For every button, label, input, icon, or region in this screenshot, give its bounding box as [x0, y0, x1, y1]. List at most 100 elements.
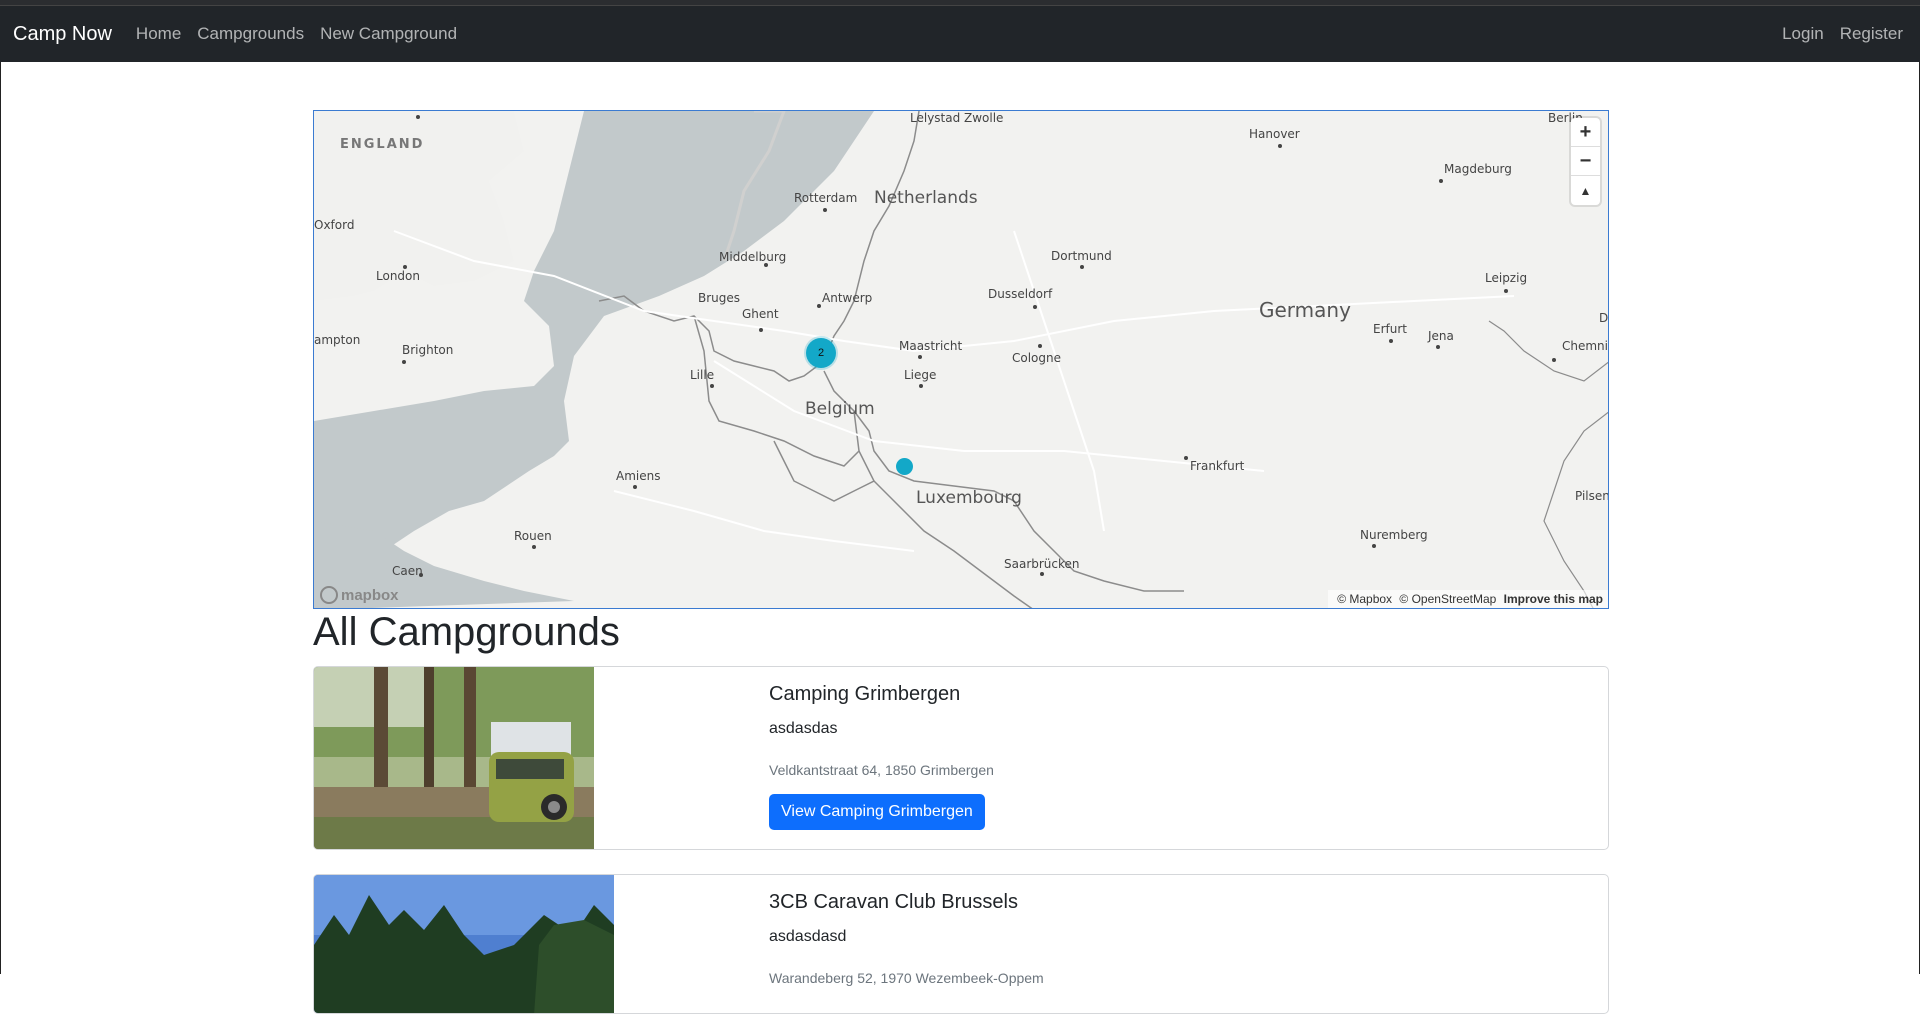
nav-new-campground-link[interactable]: New Campground: [320, 24, 457, 44]
map-city-dot: [1504, 289, 1508, 293]
map-label-ghent: Ghent: [742, 307, 779, 321]
mapbox-logo-text: mapbox: [341, 586, 399, 604]
map-label-d: D: [1599, 311, 1609, 325]
map-zoom-control: + − ▲: [1571, 118, 1600, 205]
map-city-dot: [1436, 345, 1440, 349]
map-city-dot: [416, 115, 420, 119]
nav-register-link[interactable]: Register: [1840, 24, 1903, 44]
map-label-dusseldorf: Dusseldorf: [988, 287, 1053, 301]
map-city-dot: [1372, 544, 1376, 548]
navbar: Camp Now Home Campgrounds New Campground…: [0, 6, 1920, 62]
map-city-dot: [1439, 179, 1443, 183]
map-label-lille: Lille: [690, 368, 715, 382]
view-campground-button[interactable]: View Camping Grimbergen: [769, 794, 985, 830]
improve-map-link[interactable]: Improve this map: [1504, 592, 1603, 606]
map-city-dot: [402, 360, 406, 364]
map-label-brighton: Brighton: [402, 343, 454, 357]
map-label-liege: Liege: [904, 368, 937, 382]
map-label-netherlands: Netherlands: [874, 188, 978, 208]
campground-description: asdasdas: [769, 720, 838, 737]
map-label-belgium: Belgium: [805, 399, 875, 419]
campground-card: 3CB Caravan Club Brussels asdasdasd Wara…: [313, 874, 1609, 1014]
cluster-count: 2: [817, 347, 825, 359]
nav-auth-links: Login Register: [1782, 24, 1920, 44]
campground-image: [314, 875, 614, 1013]
nav-home-link[interactable]: Home: [136, 24, 181, 44]
campground-card-body: 3CB Caravan Club Brussels asdasdasd Wara…: [769, 891, 1044, 1002]
nav-campgrounds-link[interactable]: Campgrounds: [197, 24, 304, 44]
map-city-dot: [1389, 339, 1393, 343]
map-city-dot: [823, 208, 827, 212]
campground-cluster-marker[interactable]: 2: [806, 338, 836, 368]
map-city-dot: [633, 485, 637, 489]
mapbox-logo[interactable]: mapbox: [320, 586, 399, 604]
map-city-dot: [759, 328, 763, 332]
map-label-jena: Jena: [1428, 329, 1454, 343]
map-city-dot: [532, 545, 536, 549]
map-city-dot: [403, 265, 407, 269]
map-label-middelburg: Middelburg: [719, 250, 787, 264]
map-label-england: ENGLAND: [340, 137, 425, 152]
campground-location: Veldkantstraat 64, 1850 Grimbergen: [769, 762, 994, 778]
campground-card: Camping Grimbergen asdasdas Veldkantstra…: [313, 666, 1609, 850]
campground-description: asdasdasd: [769, 928, 847, 945]
map-city-dot: [1040, 572, 1044, 576]
map-city-dot: [710, 384, 714, 388]
mapbox-logo-icon: [320, 586, 338, 604]
zoom-out-button[interactable]: −: [1571, 147, 1600, 176]
attribution-osm-link[interactable]: © OpenStreetMap: [1399, 592, 1496, 606]
map-city-dot: [817, 304, 821, 308]
map-label-erfurt: Erfurt: [1373, 322, 1407, 336]
map-label-dortmund: Dortmund: [1051, 249, 1112, 263]
map-label-amiens: Amiens: [616, 469, 661, 483]
map-label-germany: Germany: [1259, 298, 1351, 322]
map-label-magdeburg: Magdeburg: [1444, 162, 1512, 176]
map-city-dot: [1552, 358, 1556, 362]
page-title: All Campgrounds: [313, 610, 620, 654]
map-label-hanover: Hanover: [1249, 127, 1300, 141]
brand-link[interactable]: Camp Now: [13, 23, 112, 46]
map-label-nuremberg: Nuremberg: [1360, 528, 1428, 542]
map-city-dot: [919, 384, 923, 388]
map-label-bruges: Bruges: [698, 291, 741, 305]
campground-title: 3CB Caravan Club Brussels: [769, 891, 1018, 913]
map-city-dot: [1033, 305, 1037, 309]
map-label-saarbrucken: Saarbrücken: [1004, 557, 1080, 571]
map-label-frankfurt: Frankfurt: [1190, 459, 1245, 473]
map-label-cologne: Cologne: [1012, 351, 1062, 365]
map-label-antwerp: Antwerp: [822, 291, 873, 305]
zoom-in-button[interactable]: +: [1571, 118, 1600, 147]
map-label-lelystad: Lelystad: [910, 111, 961, 125]
cluster-map[interactable]: ENGLAND Lelystad Zwolle Hanover Berlin M…: [313, 110, 1609, 609]
map-label-caen: Caen: [392, 564, 423, 578]
compass-button[interactable]: ▲: [1571, 176, 1600, 205]
attribution-mapbox-link[interactable]: © Mapbox: [1337, 592, 1392, 606]
map-label-london: London: [376, 269, 420, 283]
map-city-dot: [764, 263, 768, 267]
map-label-ampton: ampton: [314, 333, 361, 347]
campground-location: Warandeberg 52, 1970 Wezembeek-Oppem: [769, 970, 1044, 986]
map-label-luxembourg: Luxembourg: [916, 488, 1022, 508]
map-city-dot: [918, 355, 922, 359]
map-label-rouen: Rouen: [514, 529, 552, 543]
map-label-pilsen: Pilsen: [1575, 489, 1609, 503]
map-city-dot: [1184, 456, 1188, 460]
campground-title: Camping Grimbergen: [769, 683, 961, 705]
map-city-dot: [1278, 144, 1282, 148]
map-label-oxford: Oxford: [314, 218, 355, 232]
map-label-maastricht: Maastricht: [899, 339, 963, 353]
nav-login-link[interactable]: Login: [1782, 24, 1824, 44]
map-label-leipzig: Leipzig: [1485, 271, 1528, 285]
campground-image: [314, 667, 594, 849]
campground-card-body: Camping Grimbergen asdasdas Veldkantstra…: [769, 683, 994, 830]
map-city-dot: [1080, 265, 1084, 269]
map-attribution: © Mapbox © OpenStreetMap Improve this ma…: [1328, 590, 1608, 608]
map-city-dot: [419, 573, 423, 577]
map-city-dot: [1038, 344, 1042, 348]
campground-point-marker[interactable]: [896, 458, 913, 475]
map-label-chemnitz: Chemnitz: [1562, 339, 1608, 353]
map-label-rotterdam: Rotterdam: [794, 191, 858, 205]
compass-icon: ▲: [1579, 183, 1592, 198]
window-frame-left: [0, 62, 1, 974]
map-label-zwolle: Zwolle: [964, 111, 1004, 125]
